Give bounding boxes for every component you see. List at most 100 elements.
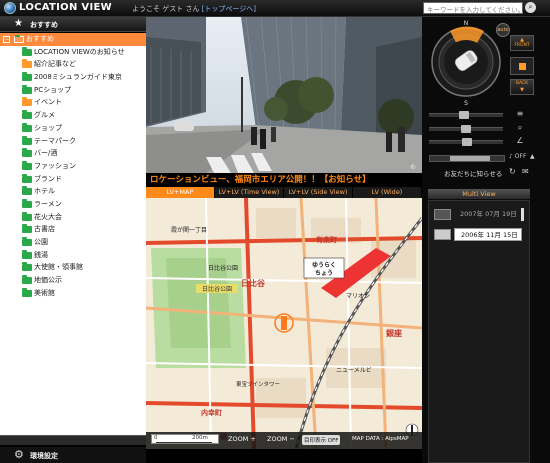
tree-item-label: バー/酒 [34,149,58,158]
welcome-message: ようこそ ゲスト さん [トップページへ] [132,4,256,14]
refresh-icon[interactable]: ↻ [509,167,516,176]
back-button[interactable]: BACK ▼ [510,79,534,95]
street-view-image: © [146,17,422,173]
folder-icon [22,148,32,158]
tree-item-label: LOCATION VIEWのお知らせ [34,47,125,56]
tree-item[interactable]: 美術館 [0,287,146,300]
tree-item[interactable]: 地価公示 [0,274,146,287]
zoom-slider[interactable] [429,125,503,133]
view-control-panel: N S auto ▲ FRONT BACK ▼ ≡ ⌕ ∠ ♪ OFF ▲ お友だち… [422,17,550,463]
zoom-in-label: ZOOM [228,435,249,443]
zoom-in-button[interactable]: ZOOM + [228,435,256,443]
tree-item[interactable]: 古書店 [0,223,146,236]
folder-icon [22,173,32,183]
speed-slider[interactable] [429,111,503,119]
tree-item-label: ファッション [34,161,76,170]
tree-item[interactable]: ファッション [0,160,146,173]
multi-view-date-row-selected[interactable]: 2006年 11月 15日 [432,227,526,242]
map-canvas: ゆうらく ちょう 霞が関一丁目 日比谷公園 日比谷公園 日比谷 有楽町 銀座 内… [146,198,422,449]
street-view-photo[interactable]: © [146,17,422,173]
tree-item[interactable]: 公園 [0,236,146,249]
tab-lv-map[interactable]: LV+MAP [146,187,215,198]
globe-logo-icon[interactable] [4,2,16,14]
tree-item-label: 大使館・領事館 [34,263,83,272]
tilt-slider[interactable] [429,138,503,146]
folder-icon [22,72,32,82]
slider-knob[interactable] [459,111,469,119]
tab-side-view[interactable]: LV+LV (Side View) [284,187,353,198]
tab-time-view[interactable]: LV+LV (Time View) [215,187,284,198]
sidebar-header: ★ おすすめ [0,17,146,32]
chevron-up-icon[interactable]: ▲ [530,153,535,160]
collapse-toggle-icon[interactable]: − [3,36,10,43]
folder-icon [22,211,32,221]
map-label: 銀座 [385,328,402,338]
map-label: 内幸町 [201,408,222,417]
tree-item-label: ショップ [34,123,62,132]
map-data-credit: MAP DATA : AlpsMAP [352,436,409,442]
map-label: マリオン [346,293,370,300]
folder-icon [22,122,32,132]
multi-view-title: Multi View [428,189,530,199]
map-label: 有楽町 [316,235,337,244]
scroll-thumb[interactable] [450,156,490,161]
keyword-search-input[interactable]: キーワードを入力してください。 [423,2,523,14]
folder-icon [22,198,32,208]
date-handle[interactable] [521,208,524,221]
notify-friends-link[interactable]: お友だちに知らせる [444,168,502,178]
tree-item[interactable]: ショップ [0,122,146,135]
tree-item[interactable]: 2008ミシュランガイド東京 [0,71,146,84]
folder-icon [22,97,32,107]
folder-icon [22,46,32,56]
sidebar-scrollbar[interactable] [0,435,146,445]
slider-knob[interactable] [461,125,471,133]
tree-item-label: 2008ミシュランガイド東京 [34,73,122,82]
stop-button[interactable] [510,57,534,75]
tree-item[interactable]: 大使館・領事館 [0,261,146,274]
off-toggle[interactable]: ♪ OFF [509,153,526,160]
folder-icon [22,135,32,145]
link-icon: ♪ [509,153,513,160]
magnifier-icon: ⌕ [517,123,523,132]
direction-compass[interactable]: N S auto [428,17,510,107]
tree-item[interactable]: ホテル [0,185,146,198]
news-ticker[interactable]: ロケーションビュー、福岡市エリア公開！！【お知らせ】 [146,173,422,187]
tree-item[interactable]: PCショップ [0,84,146,97]
tree-item-label: 美術館 [34,288,55,297]
frame-scrollbar[interactable] [429,155,505,162]
tree-item[interactable]: バー/酒 [0,147,146,160]
tree-item[interactable]: LOCATION VIEWのお知らせ [0,46,146,59]
star-icon: ★ [14,18,23,29]
tree-item-label: 花火大会 [34,212,62,221]
settings-button[interactable]: ⚙ 環境設定 [0,447,146,463]
multi-view-date-row[interactable]: 2007年 07月 19日 [432,207,526,222]
tree-item[interactable]: テーマパーク [0,135,146,148]
street-map[interactable]: ゆうらく ちょう 霞が関一丁目 日比谷公園 日比谷公園 日比谷 有楽町 銀座 内… [146,198,422,449]
plus-icon: + [250,435,256,443]
category-tree: − おすすめ LOCATION VIEWのお知らせ 紹介記事など 2008ミシュ… [0,33,146,435]
folder-icon [22,287,32,297]
mail-icon[interactable]: ✉ [522,167,529,176]
tree-item[interactable]: 銭湯 [0,249,146,262]
tree-item-label: 銭湯 [34,250,48,259]
tree-item[interactable]: ブランド [0,173,146,186]
auto-button[interactable]: auto [496,23,510,37]
tab-wide[interactable]: LV (Wide) [353,187,422,198]
tree-item[interactable]: イベント [0,96,146,109]
yurakucho-station-label: ゆうらく [312,261,336,269]
tree-root-recommended[interactable]: − おすすめ [0,33,146,46]
tree-item[interactable]: グルメ [0,109,146,122]
zoom-out-button[interactable]: ZOOM − [267,435,295,443]
arrow-down-icon: ▼ [520,87,524,93]
map-scale: 0 200m [151,434,219,444]
front-button[interactable]: ▲ FRONT [510,35,534,51]
landmark-toggle-button[interactable]: 目印表示 OFF [302,435,341,445]
brand-title[interactable]: LOCATION VIEW [19,2,112,13]
slider-knob[interactable] [462,138,472,146]
tree-item[interactable]: 紹介記事など [0,58,146,71]
tree-item[interactable]: 花火大会 [0,211,146,224]
tree-item[interactable]: ラーメン [0,198,146,211]
top-page-link[interactable]: [トップページへ] [202,5,256,13]
folder-icon [22,186,32,196]
search-icon[interactable]: ⌕ [525,2,536,13]
